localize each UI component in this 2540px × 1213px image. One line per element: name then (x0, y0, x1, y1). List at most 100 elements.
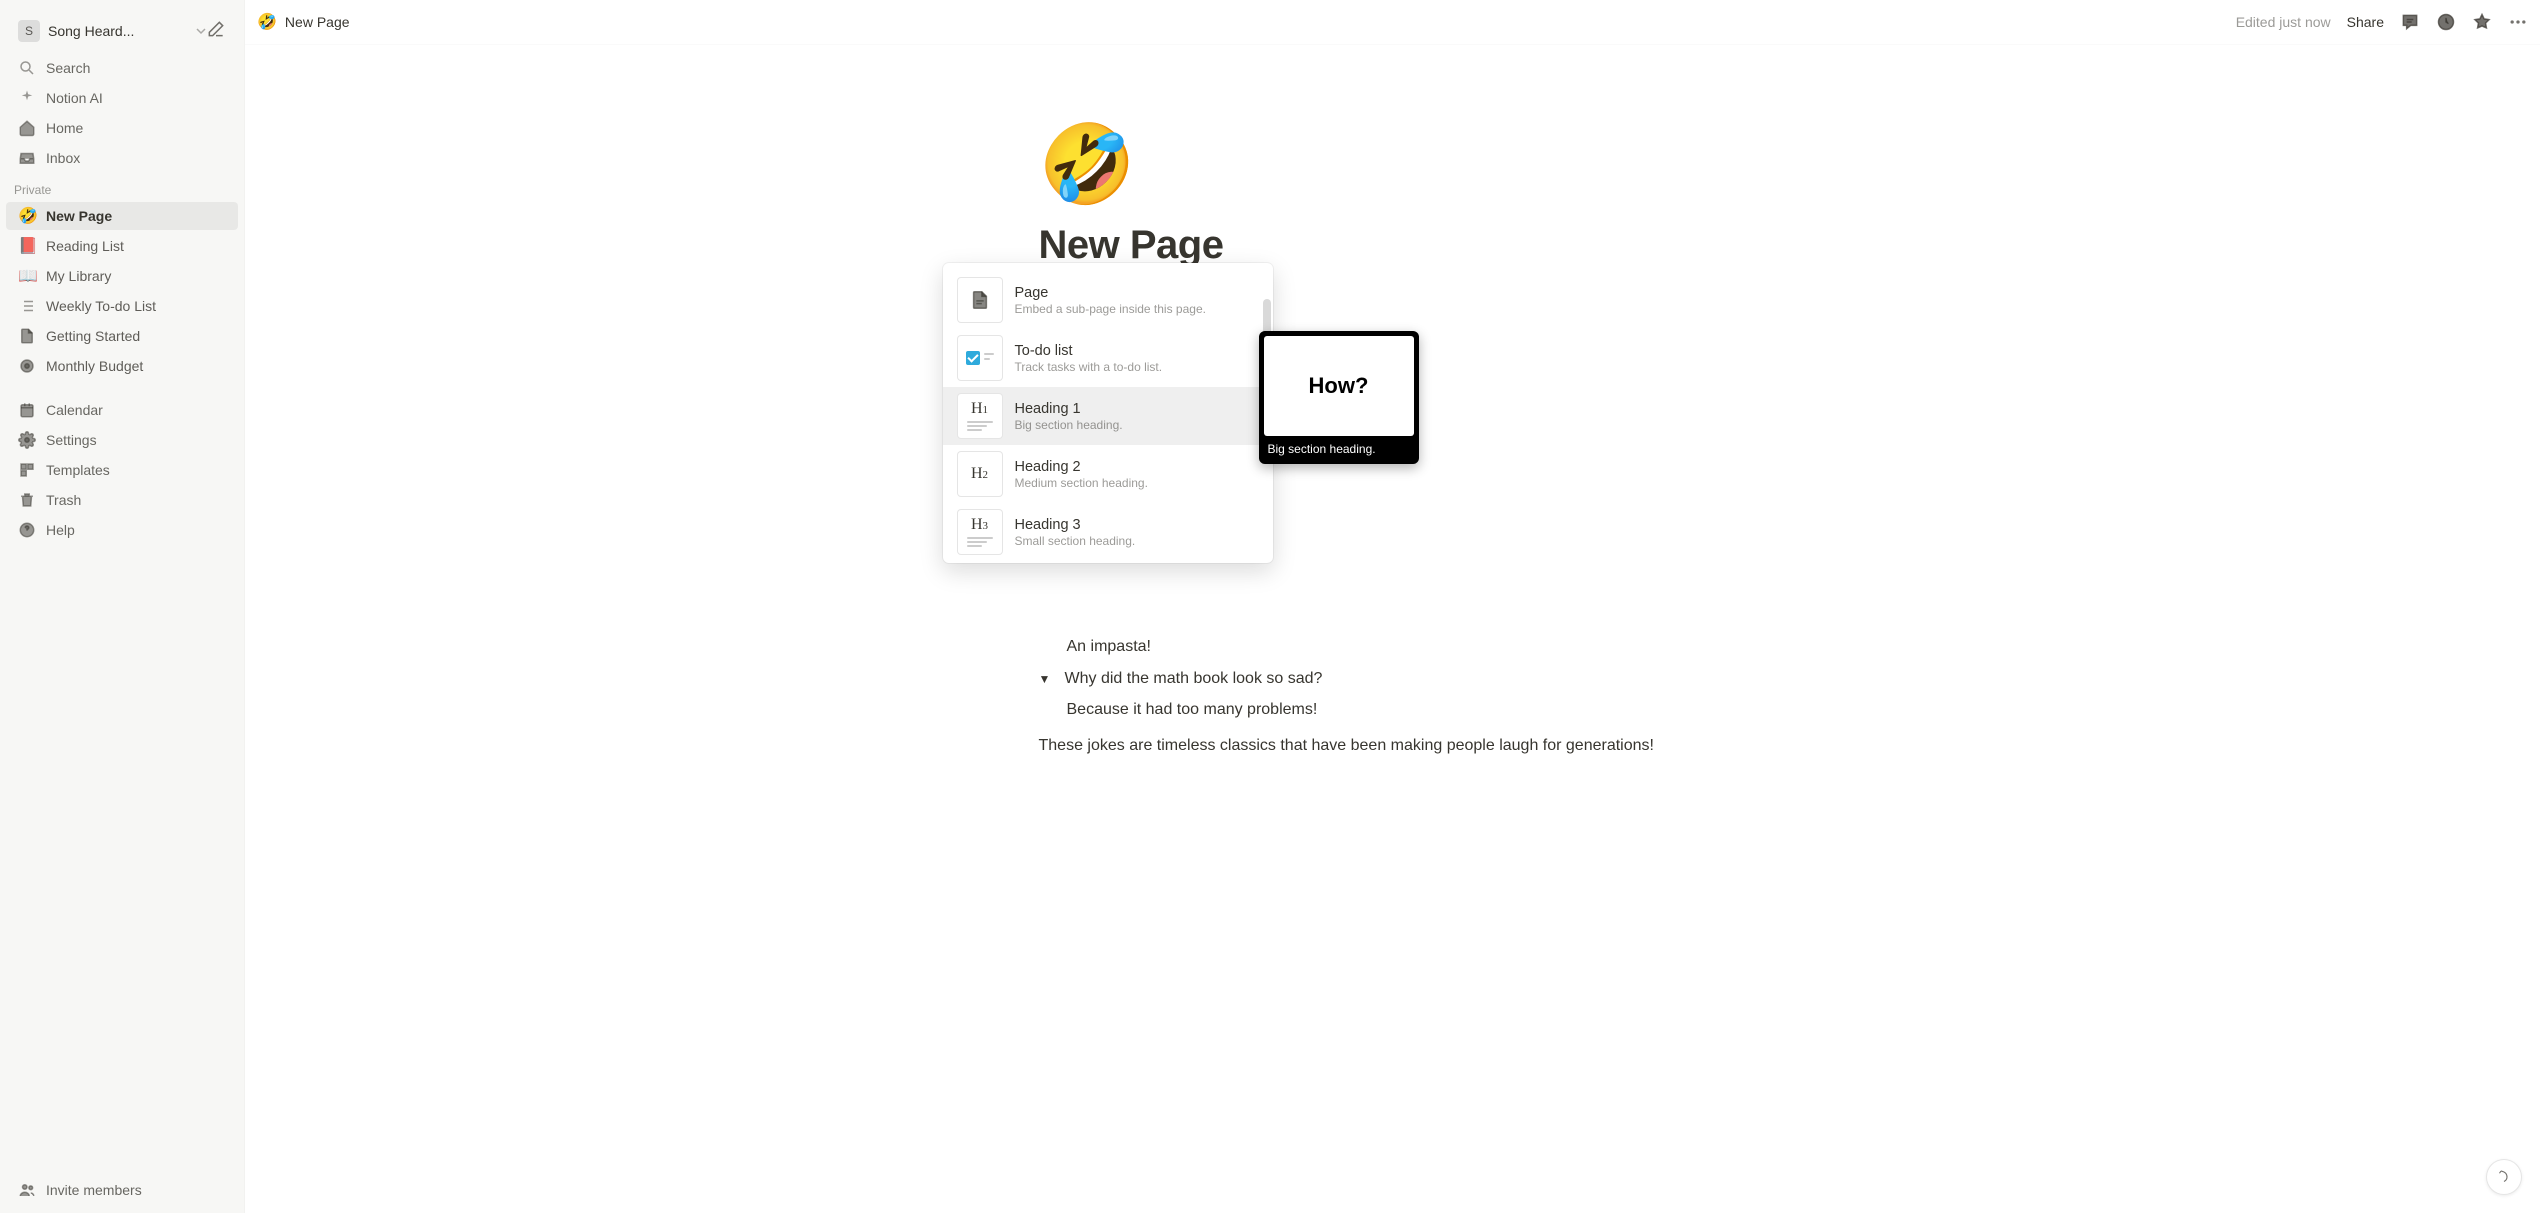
slash-command-menu: Page Embed a sub-page inside this page. (943, 263, 1273, 563)
sidebar-search-label: Search (46, 60, 226, 76)
sidebar-page-my-library[interactable]: 📖 My Library (6, 262, 238, 290)
main-area: 🤣 New Page Edited just now Share 🤣 New P… (245, 0, 2540, 1213)
donut-icon (18, 356, 40, 376)
page-icon[interactable]: 🤣 (1039, 125, 1747, 203)
sidebar-page-label: Reading List (46, 238, 226, 254)
toggle-triangle-icon[interactable]: ▼ (1039, 666, 1059, 689)
slash-item-heading-1[interactable]: H1 Heading 1 Big section heading. (943, 387, 1273, 445)
page-emoji-icon: 📕 (18, 236, 40, 256)
sidebar-page-label: Weekly To-do List (46, 298, 226, 314)
sidebar-invite-members[interactable]: Invite members (6, 1176, 238, 1204)
help-icon (18, 520, 40, 540)
templates-icon (18, 460, 40, 480)
share-button[interactable]: Share (2347, 14, 2384, 30)
page-icon (18, 326, 40, 346)
sidebar-templates-label: Templates (46, 462, 226, 478)
sidebar-notion-ai[interactable]: Notion AI (6, 84, 238, 112)
sidebar-invite-label: Invite members (46, 1182, 226, 1198)
todo-thumb-icon (957, 335, 1003, 381)
sidebar-calendar[interactable]: Calendar (6, 396, 238, 424)
slash-item-title: Heading 3 (1015, 517, 1136, 533)
floating-help-button[interactable] (2486, 1159, 2522, 1195)
slash-item-title: Page (1015, 285, 1206, 301)
edited-timestamp: Edited just now (2236, 14, 2331, 30)
h3-thumb-icon: H3 (957, 509, 1003, 555)
sidebar-page-label: New Page (46, 208, 226, 224)
sidebar-search[interactable]: Search (6, 54, 238, 82)
page-title[interactable]: New Page (1039, 223, 1747, 268)
breadcrumb[interactable]: 🤣 New Page (257, 12, 350, 32)
clock-icon[interactable] (2436, 12, 2456, 32)
sidebar: S Song Heard... Search Notion AI Home In… (0, 0, 245, 1213)
workspace-name: Song Heard... (48, 23, 192, 39)
sidebar-settings-label: Settings (46, 432, 226, 448)
sidebar-page-weekly-todo[interactable]: Weekly To-do List (6, 292, 238, 320)
sidebar-inbox[interactable]: Inbox (6, 144, 238, 172)
page-emoji-icon: 📖 (18, 266, 40, 286)
h1-thumb-icon: H1 (957, 393, 1003, 439)
comment-icon[interactable] (2400, 12, 2420, 32)
breadcrumb-emoji-icon: 🤣 (257, 12, 277, 32)
slash-item-page[interactable]: Page Embed a sub-page inside this page. (943, 271, 1273, 329)
home-icon (18, 118, 40, 138)
sidebar-ai-label: Notion AI (46, 90, 226, 106)
sidebar-trash-label: Trash (46, 492, 226, 508)
slash-item-title: Heading 1 (1015, 401, 1123, 417)
sidebar-inbox-label: Inbox (46, 150, 226, 166)
slash-item-tooltip: How? Big section heading. (1259, 331, 1419, 464)
sparkle-icon (18, 88, 40, 108)
chevron-down-icon (196, 23, 206, 39)
page-emoji-icon: 🤣 (18, 206, 40, 226)
toggle-question[interactable]: Why did the math book look so sad? (1065, 666, 1323, 692)
list-icon (18, 296, 40, 316)
inbox-icon (18, 148, 40, 168)
sidebar-home[interactable]: Home (6, 114, 238, 142)
slash-item-title: Heading 2 (1015, 459, 1148, 475)
sidebar-page-label: My Library (46, 268, 226, 284)
paragraph[interactable]: These jokes are timeless classics that h… (1039, 733, 1747, 759)
tooltip-preview-image: How? (1264, 336, 1414, 436)
more-icon[interactable] (2508, 12, 2528, 32)
sidebar-page-label: Getting Started (46, 328, 226, 344)
sidebar-page-new-page[interactable]: 🤣 New Page (6, 202, 238, 230)
page-thumb-icon (957, 277, 1003, 323)
workspace-avatar: S (18, 20, 40, 42)
sidebar-trash[interactable]: Trash (6, 486, 238, 514)
sidebar-templates[interactable]: Templates (6, 456, 238, 484)
slash-item-desc: Embed a sub-page inside this page. (1015, 302, 1206, 316)
sidebar-page-monthly-budget[interactable]: Monthly Budget (6, 352, 238, 380)
star-icon[interactable] (2472, 12, 2492, 32)
page-body[interactable]: An impasta! ▼ Why did the math book look… (1039, 634, 1747, 758)
people-icon (18, 1180, 40, 1200)
slash-item-table[interactable]: Table (943, 561, 1273, 563)
sidebar-section-private: Private (0, 173, 244, 201)
slash-item-title: To-do list (1015, 343, 1163, 359)
search-icon (18, 58, 40, 78)
workspace-switcher[interactable]: S Song Heard... (6, 9, 238, 52)
calendar-icon (18, 400, 40, 420)
slash-item-desc: Medium section heading. (1015, 476, 1148, 490)
slash-item-todo[interactable]: To-do list Track tasks with a to-do list… (943, 329, 1273, 387)
page-content: 🤣 New Page Type to filter... Page Embed … (943, 45, 1843, 878)
slash-item-heading-3[interactable]: H3 Heading 3 Small section heading. (943, 503, 1273, 561)
sidebar-help-label: Help (46, 522, 226, 538)
slash-item-desc: Big section heading. (1015, 418, 1123, 432)
sidebar-home-label: Home (46, 120, 226, 136)
gear-icon (18, 430, 40, 450)
sidebar-page-getting-started[interactable]: Getting Started (6, 322, 238, 350)
slash-item-heading-2[interactable]: H2 Heading 2 Medium section heading. (943, 445, 1273, 503)
sidebar-settings[interactable]: Settings (6, 426, 238, 454)
sidebar-help[interactable]: Help (6, 516, 238, 544)
sidebar-calendar-label: Calendar (46, 402, 226, 418)
trash-icon (18, 490, 40, 510)
toggle-answer[interactable]: Because it had too many problems! (1067, 697, 1747, 723)
breadcrumb-title: New Page (285, 14, 350, 30)
text-line[interactable]: An impasta! (1067, 634, 1747, 660)
slash-item-desc: Track tasks with a to-do list. (1015, 360, 1163, 374)
sidebar-page-label: Monthly Budget (46, 358, 226, 374)
compose-button[interactable] (206, 19, 226, 42)
tooltip-caption: Big section heading. (1264, 436, 1414, 459)
sidebar-page-reading-list[interactable]: 📕 Reading List (6, 232, 238, 260)
h2-thumb-icon: H2 (957, 451, 1003, 497)
slash-item-desc: Small section heading. (1015, 534, 1136, 548)
